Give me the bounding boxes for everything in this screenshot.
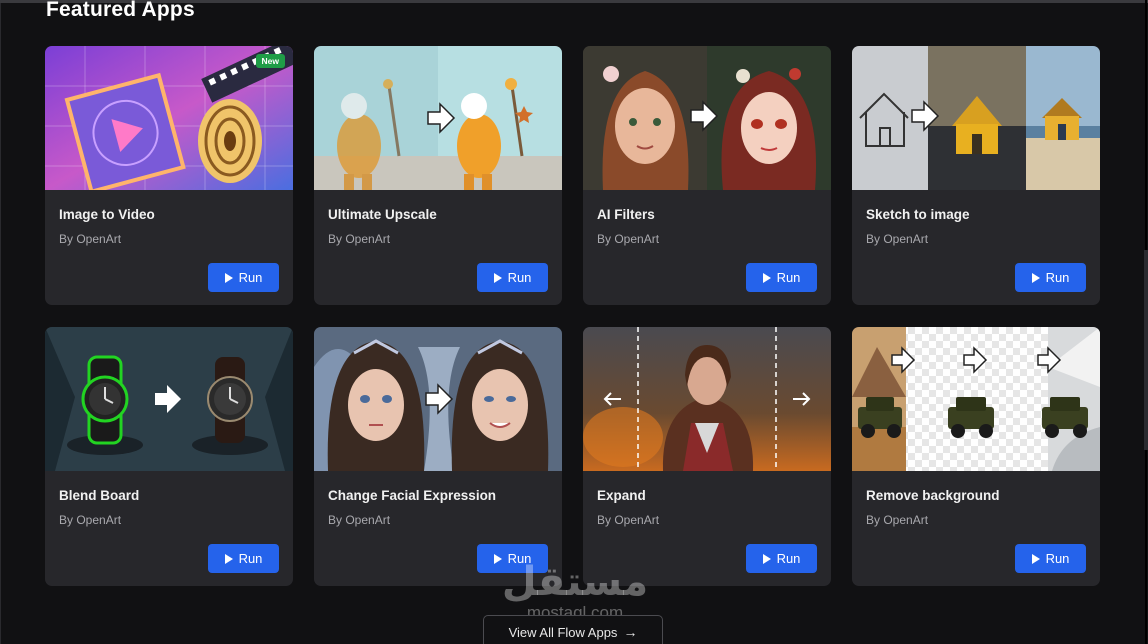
play-icon [762, 553, 771, 564]
app-card-change-facial-expression[interactable]: Change Facial Expression By OpenArt Run [314, 327, 562, 586]
app-author: By OpenArt [866, 232, 929, 246]
app-author: By OpenArt [328, 513, 391, 527]
run-label: Run [776, 270, 801, 285]
play-icon [224, 272, 233, 283]
app-author: By OpenArt [597, 232, 660, 246]
app-title: Change Facial Expression [328, 488, 497, 503]
new-badge: New [255, 54, 285, 68]
run-button[interactable]: Run [1015, 544, 1086, 573]
run-button[interactable]: Run [208, 544, 279, 573]
app-title: Blend Board [59, 488, 140, 503]
arrow-right-icon: → [623, 624, 638, 640]
play-icon [493, 553, 502, 564]
run-button[interactable]: Run [746, 544, 817, 573]
run-label: Run [1045, 551, 1070, 566]
app-thumbnail [852, 46, 1100, 190]
run-button[interactable]: Run [477, 263, 548, 292]
app-card-image-to-video[interactable]: New Image to Video By OpenArt Run [45, 46, 293, 305]
run-button[interactable]: Run [208, 263, 279, 292]
app-thumbnail [314, 46, 562, 190]
app-title: Sketch to image [866, 207, 970, 222]
play-icon [493, 272, 502, 283]
app-thumbnail [314, 327, 562, 471]
app-thumbnail [583, 327, 831, 471]
run-label: Run [238, 270, 263, 285]
app-title: Image to Video [59, 207, 155, 222]
app-author: By OpenArt [866, 513, 929, 527]
play-icon [224, 553, 233, 564]
app-thumbnail: New [45, 46, 293, 190]
app-thumbnail [45, 327, 293, 471]
app-author: By OpenArt [59, 232, 122, 246]
run-button[interactable]: Run [746, 263, 817, 292]
app-card-sketch-to-image[interactable]: Sketch to image By OpenArt Run [852, 46, 1100, 305]
app-thumbnail [583, 46, 831, 190]
run-label: Run [507, 270, 532, 285]
view-all-label: View All Flow Apps [508, 625, 618, 640]
app-card-ai-filters[interactable]: AI Filters By OpenArt Run [583, 46, 831, 305]
app-card-ultimate-upscale[interactable]: Ultimate Upscale By OpenArt Run [314, 46, 562, 305]
app-title: Expand [597, 488, 646, 503]
app-author: By OpenArt [328, 232, 391, 246]
app-thumbnail [852, 327, 1100, 471]
app-card-expand[interactable]: Expand By OpenArt Run [583, 327, 831, 586]
run-label: Run [238, 551, 263, 566]
app-title: Remove background [866, 488, 1000, 503]
run-label: Run [507, 551, 532, 566]
app-card-remove-background[interactable]: Remove background By OpenArt Run [852, 327, 1100, 586]
view-all-flow-apps-button[interactable]: View All Flow Apps → [483, 615, 663, 644]
app-title: AI Filters [597, 207, 655, 222]
section-title: Featured Apps [46, 0, 195, 21]
run-label: Run [776, 551, 801, 566]
play-icon [1031, 272, 1040, 283]
run-label: Run [1045, 270, 1070, 285]
play-icon [762, 272, 771, 283]
app-title: Ultimate Upscale [328, 207, 437, 222]
app-author: By OpenArt [59, 513, 122, 527]
run-button[interactable]: Run [477, 544, 548, 573]
scrollbar-thumb[interactable] [1144, 250, 1148, 450]
run-button[interactable]: Run [1015, 263, 1086, 292]
apps-grid: New Image to Video By OpenArt Run Ultima… [45, 46, 1101, 586]
play-icon [1031, 553, 1040, 564]
app-author: By OpenArt [597, 513, 660, 527]
app-card-blend-board[interactable]: Blend Board By OpenArt Run [45, 327, 293, 586]
